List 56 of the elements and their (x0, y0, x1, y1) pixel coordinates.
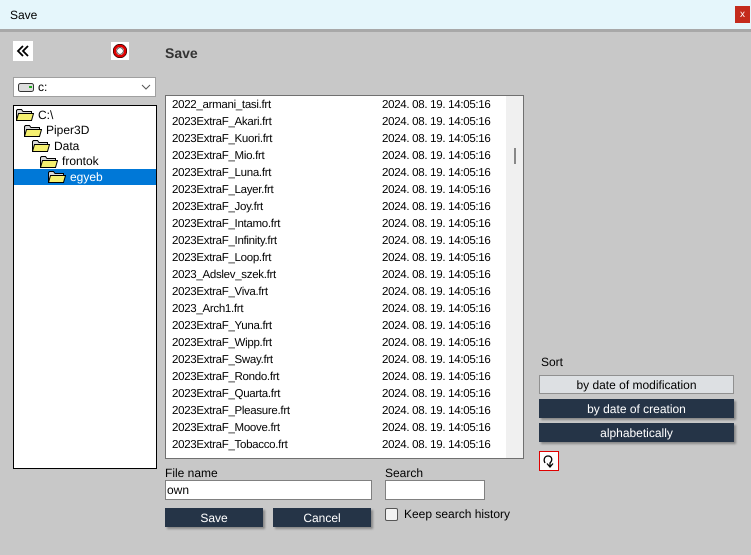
drive-icon (18, 82, 34, 92)
sort-option[interactable]: by date of creation (539, 399, 734, 418)
file-name-field[interactable]: own (165, 480, 372, 500)
cancel-button[interactable]: Cancel (273, 508, 371, 527)
tree-item[interactable]: C:\ (14, 107, 156, 122)
save-button[interactable]: Save (165, 508, 263, 527)
sort-label: Sort (541, 354, 564, 371)
file-row[interactable]: 2023ExtraF_Mio.frt 2024. 08. 19. 14:05:16 (172, 148, 506, 165)
file-row[interactable]: 2023_Adslev_szek.frt 2024. 08. 19. 14:05:16 (172, 267, 506, 284)
file-name-label: File name (165, 465, 219, 479)
lifebuoy-icon (113, 44, 127, 58)
folder-icon (32, 139, 50, 152)
file-row[interactable]: 2023ExtraF_Layer.frt 2024. 08. 19. 14:05:16 (172, 182, 506, 199)
chevron-down-icon (141, 84, 151, 90)
curved-arrow-icon (542, 454, 556, 468)
keep-history-label: Keep search history (404, 506, 510, 523)
double-chevron-left-icon (16, 45, 30, 57)
collapse-button[interactable] (13, 41, 33, 61)
tree-item[interactable]: frontok (14, 154, 156, 169)
file-row[interactable]: 2023_Arch1.frt 2024. 08. 19. 14:05:16 (172, 301, 506, 318)
file-row[interactable]: 2023ExtraF_Rondo.frt 2024. 08. 19. 14:05:16 (172, 369, 506, 386)
file-row[interactable]: 2023ExtraF_Kuori.frt 2024. 08. 19. 14:05:16 (172, 131, 506, 148)
search-field[interactable] (385, 480, 485, 500)
sort-option[interactable]: alphabetically (539, 423, 734, 442)
help-button[interactable] (111, 42, 129, 60)
tree-item[interactable]: Data (14, 138, 156, 154)
file-row[interactable]: 2023ExtraF_Yuna.frt 2024. 08. 19. 14:05:16 (172, 318, 506, 335)
dialog-heading: Save (165, 44, 199, 61)
file-row[interactable]: 2023ExtraF_Moove.frt 2024. 08. 19. 14:05:16 (172, 420, 506, 437)
tree-item[interactable]: Piper3D (14, 122, 156, 138)
folder-icon (16, 108, 34, 122)
file-row[interactable]: 2023ExtraF_Joy.frt 2024. 08. 19. 14:05:16 (172, 199, 506, 216)
file-row[interactable]: 2023ExtraF_Pleasure.frt 2024. 08. 19. 14:05:16 (172, 403, 506, 420)
file-row[interactable]: 2023ExtraF_Loop.frt 2024. 08. 19. 14:05:16 (172, 250, 506, 267)
reverse-order-button[interactable] (539, 451, 559, 471)
folder-icon (48, 170, 66, 184)
tree-item[interactable]: egyeb (14, 169, 156, 184)
folder-icon (24, 124, 42, 137)
file-row[interactable]: 2023ExtraF_Viva.frt 2024. 08. 19. 14:05:16 (172, 284, 506, 301)
file-row[interactable]: 2023ExtraF_Tobacco.frt 2024. 08. 19. 14:05:16 (172, 437, 506, 454)
keep-history-checkbox[interactable] (385, 508, 398, 520)
file-row[interactable]: 2023ExtraF_Intamo.frt 2024. 08. 19. 14:05:16 (172, 216, 506, 233)
file-row[interactable]: 2023ExtraF_Luna.frt 2024. 08. 19. 14:05:16 (172, 165, 506, 182)
scrollbar[interactable] (506, 96, 523, 458)
window-title: Save (10, 6, 38, 24)
file-row[interactable]: 2023ExtraF_Wipp.frt 2024. 08. 19. 14:05:16 (172, 335, 506, 352)
file-row[interactable]: 2023ExtraF_Quarta.frt 2024. 08. 19. 14:05:16 (172, 386, 506, 403)
sort-option[interactable]: by date of modification (539, 375, 734, 394)
folder-icon (40, 154, 58, 168)
file-row[interactable]: 2023ExtraF_Infinity.frt 2024. 08. 19. 14:05:16 (172, 233, 506, 250)
file-row[interactable]: 2023ExtraF_Akari.frt 2024. 08. 19. 14:05:16 (172, 114, 506, 131)
drive-dropdown[interactable]: c: (13, 77, 156, 97)
file-row[interactable]: 2022_armani_tasi.frt 2024. 08. 19. 14:05:16 (172, 97, 506, 114)
search-label: Search (385, 465, 424, 479)
file-row[interactable]: 2023ExtraF_Sway.frt 2024. 08. 19. 14:05:16 (172, 352, 506, 369)
close-button[interactable]: x (735, 6, 750, 23)
